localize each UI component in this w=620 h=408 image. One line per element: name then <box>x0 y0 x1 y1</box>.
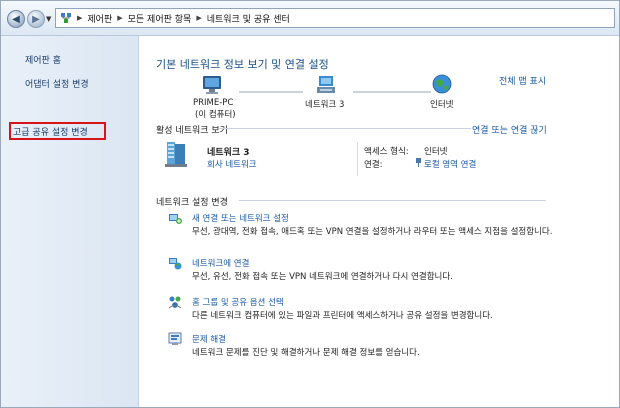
new-connection-desc: 무선, 광대역, 전화 접속, 애드혹 또는 VPN 연결을 설정하거나 라우터… <box>192 227 553 237</box>
breadcrumb-network-center[interactable]: 네트워크 및 공유 센터 <box>207 12 290 25</box>
troubleshoot-desc: 네트워크 문제를 진단 및 해결하거나 문제 해결 정보를 얻습니다. <box>192 348 420 358</box>
breadcrumb-separator-icon[interactable]: ▶ <box>77 14 82 22</box>
homegroup-icon <box>168 296 182 309</box>
forward-arrow-icon: ▶ <box>32 13 40 25</box>
map-pc-name: PRIME-PC <box>193 98 234 108</box>
sidebar-item-change-adapter[interactable]: 어댑터 설정 변경 <box>25 77 89 90</box>
map-link-line <box>239 91 303 93</box>
breadcrumb-all-items[interactable]: 모든 제어판 항목 <box>128 12 192 25</box>
homegroup-link[interactable]: 홈 그룹 및 공유 옵션 선택 <box>192 296 284 308</box>
troubleshoot-link[interactable]: 문제 해결 <box>192 333 226 345</box>
connect-network-desc: 무선, 유선, 전화 접속 또는 VPN 네트워크에 연결하거나 다시 연결합니… <box>192 272 453 282</box>
connect-disconnect-link[interactable]: 연결 또는 연결 끊기 <box>472 123 547 136</box>
network-icon[interactable] <box>314 74 338 96</box>
column-divider <box>357 142 358 176</box>
back-button[interactable]: ◀ <box>7 10 25 28</box>
work-network-icon <box>165 142 187 167</box>
connections-label: 연결: <box>364 160 383 170</box>
page-title: 기본 네트워크 정보 보기 및 연결 설정 <box>156 58 329 71</box>
new-connection-icon <box>169 214 182 224</box>
task-pane: 제어판 홈 어댑터 설정 변경 고급 공유 설정 변경 <box>1 36 139 407</box>
map-link-line <box>353 91 431 93</box>
breadcrumb-separator-icon[interactable]: ▶ <box>196 14 201 22</box>
new-connection-link[interactable]: 새 연결 또는 네트워크 설정 <box>192 212 289 224</box>
address-box[interactable]: ▶ 제어판 ▶ 모든 제어판 항목 ▶ 네트워크 및 공유 센터 <box>55 8 615 28</box>
internet-globe-icon[interactable] <box>431 73 453 95</box>
connect-network-icon <box>169 258 182 270</box>
address-bar: ◀ ▶ ▼ ▶ 제어판 ▶ 모든 제어판 항목 ▶ 네트워크 및 공유 센터 <box>1 1 619 36</box>
connect-network-link[interactable]: 네트워크에 연결 <box>192 257 249 269</box>
section-divider <box>219 128 471 129</box>
access-type-value: 인터넷 <box>424 147 448 157</box>
back-arrow-icon: ◀ <box>12 13 20 25</box>
map-pc-sub: (이 컴퓨터) <box>195 110 236 120</box>
active-network-name: 네트워크 3 <box>207 148 250 158</box>
network-location-icon <box>61 13 71 23</box>
full-map-link[interactable]: 전체 맵 표시 <box>499 74 546 87</box>
forward-button[interactable]: ▶ <box>27 10 45 28</box>
homegroup-desc: 다른 네트워크 컴퓨터에 있는 파일과 프린터에 액세스하거나 공유 설정을 변… <box>192 311 493 321</box>
active-networks-header: 활성 네트워크 보기 <box>156 126 228 136</box>
computer-icon[interactable] <box>201 74 223 96</box>
troubleshoot-icon <box>168 332 182 345</box>
map-internet-label: 인터넷 <box>430 100 454 110</box>
breadcrumb-control-panel[interactable]: 제어판 <box>87 12 112 25</box>
map-network-name: 네트워크 3 <box>305 100 345 110</box>
window: ◀ ▶ ▼ ▶ 제어판 ▶ 모든 제어판 항목 ▶ 네트워크 및 공유 센터 제… <box>0 0 620 408</box>
history-dropdown-icon[interactable]: ▼ <box>46 15 51 23</box>
local-area-connection-link[interactable]: 로컬 영역 연결 <box>424 158 476 170</box>
section-divider <box>239 200 546 201</box>
access-type-label: 액세스 형식: <box>364 147 409 157</box>
sidebar-item-advanced-sharing[interactable]: 고급 공유 설정 변경 <box>13 125 88 138</box>
main-content: 기본 네트워크 정보 보기 및 연결 설정 전체 맵 표시 PRIME-PC (… <box>139 36 619 407</box>
sidebar-item-control-panel-home[interactable]: 제어판 홈 <box>25 53 61 66</box>
breadcrumb-separator-icon[interactable]: ▶ <box>117 14 122 22</box>
ethernet-icon <box>416 158 421 167</box>
network-settings-header: 네트워크 설정 변경 <box>156 198 228 208</box>
network-type-link[interactable]: 회사 네트워크 <box>207 158 257 170</box>
